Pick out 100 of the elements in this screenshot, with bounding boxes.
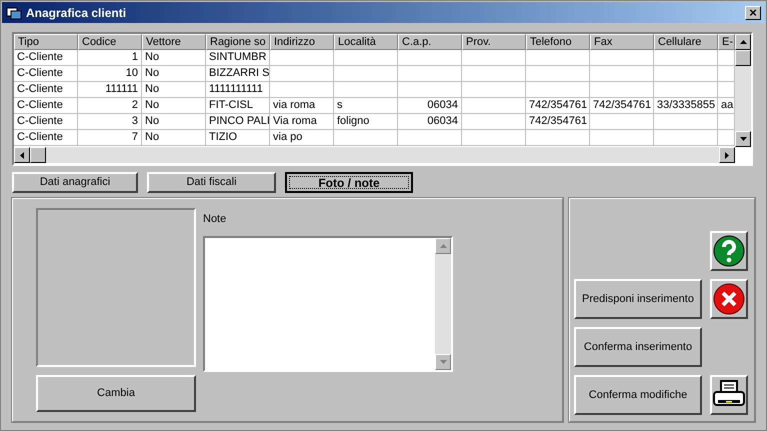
table-cell (590, 82, 654, 98)
column-header: Indirizzo (270, 34, 334, 50)
column-header: Cellulare (654, 34, 718, 50)
scroll-thumb[interactable] (735, 50, 751, 66)
scroll-left-icon[interactable] (14, 147, 30, 163)
table-cell: No (142, 82, 206, 98)
table-cell (526, 50, 590, 66)
scroll-down-icon[interactable] (735, 131, 751, 147)
table-cell: PINCO PALI (206, 114, 270, 130)
action-button[interactable]: Conferma modifiche (574, 375, 702, 415)
table-cell: foligno (334, 114, 398, 130)
table-cell (334, 130, 398, 146)
table-cell: FIT-CISL (206, 98, 270, 114)
table-cell (526, 82, 590, 98)
change-button[interactable]: Cambia (36, 375, 196, 412)
column-header: Prov. (462, 34, 526, 50)
notes-field[interactable] (203, 236, 453, 372)
scroll-right-icon[interactable] (719, 147, 735, 163)
column-header: Ragione so (206, 34, 270, 50)
table-cell (334, 50, 398, 66)
scroll-up-icon[interactable] (735, 34, 751, 50)
table-cell: No (142, 66, 206, 82)
table-cell: 10 (78, 66, 142, 82)
tab-button[interactable]: Dati anagrafici (12, 172, 138, 193)
table-cell: 1111111111 (206, 82, 270, 98)
column-header: Vettore (142, 34, 206, 50)
table-cell: C-Cliente (14, 66, 78, 82)
table-cell: via roma (270, 98, 334, 114)
table-cell: 742/354761 (590, 98, 654, 114)
close-icon (713, 283, 745, 315)
notes-label: Note (203, 212, 228, 227)
table-cell: C-Cliente (14, 82, 78, 98)
table-cell (462, 82, 526, 98)
table-cell (462, 50, 526, 66)
table-cell: 33/3335855 (654, 98, 718, 114)
column-header: Telefono (526, 34, 590, 50)
close-button[interactable] (710, 279, 748, 319)
column-header: Località (334, 34, 398, 50)
table-cell (270, 50, 334, 66)
table-cell: C-Cliente (14, 130, 78, 146)
table-cell: 1 (78, 50, 142, 66)
table-cell: No (142, 130, 206, 146)
table-cell: 06034 (398, 98, 462, 114)
table-cell (526, 130, 590, 146)
table-cell (526, 66, 590, 82)
action-button[interactable]: Conferma inserimento (574, 327, 702, 367)
table-cell (654, 66, 718, 82)
window-icon (6, 6, 22, 20)
table-cell (654, 114, 718, 130)
table-cell: C-Cliente (14, 114, 78, 130)
close-button[interactable]: × (745, 6, 761, 20)
table-cell (654, 50, 718, 66)
table-cell: 742/354761 (526, 114, 590, 130)
help-button[interactable] (710, 231, 748, 271)
table-cell (270, 82, 334, 98)
table-cell (462, 66, 526, 82)
table-cell: s (334, 98, 398, 114)
table-cell (398, 130, 462, 146)
table-cell: No (142, 114, 206, 130)
table-cell (590, 50, 654, 66)
column-header: Fax (590, 34, 654, 50)
action-button[interactable]: Predisponi inserimento (574, 279, 702, 319)
printer-button[interactable] (710, 375, 748, 415)
table-cell: C-Cliente (14, 50, 78, 66)
horizontal-scrollbar[interactable] (14, 147, 735, 163)
table-cell: TIZIO (206, 130, 270, 146)
table-cell (462, 130, 526, 146)
scroll-thumb[interactable] (30, 147, 46, 163)
table-cell (590, 114, 654, 130)
table-cell (398, 82, 462, 98)
table-cell: via po (270, 130, 334, 146)
table-cell: No (142, 50, 206, 66)
help-icon (713, 235, 745, 267)
column-header: Codice (78, 34, 142, 50)
table-cell (398, 66, 462, 82)
tab-button[interactable]: Foto / note (285, 172, 413, 193)
table-cell: Via roma (270, 114, 334, 130)
table-cell: No (142, 98, 206, 114)
table-cell (398, 50, 462, 66)
table-cell (334, 82, 398, 98)
table-cell (654, 130, 718, 146)
vertical-scrollbar[interactable] (735, 34, 751, 147)
table-cell: C-Cliente (14, 98, 78, 114)
table-cell: 742/354761 (526, 98, 590, 114)
table-cell (590, 66, 654, 82)
tab-button[interactable]: Dati fiscali (147, 172, 276, 193)
table-cell: 06034 (398, 114, 462, 130)
window-title: Anagrafica clienti (26, 4, 126, 22)
table-cell: BIZZARRI S (206, 66, 270, 82)
table-cell (590, 130, 654, 146)
table-cell: 2 (78, 98, 142, 114)
table-cell: 3 (78, 114, 142, 130)
table-cell (462, 114, 526, 130)
table-cell: SINTUMBR (206, 50, 270, 66)
column-header: C.a.p. (398, 34, 462, 50)
table-cell (654, 82, 718, 98)
table-cell (334, 66, 398, 82)
column-header: E- (718, 34, 735, 50)
table-cell: 111111 (78, 82, 142, 98)
table-cell (462, 98, 526, 114)
